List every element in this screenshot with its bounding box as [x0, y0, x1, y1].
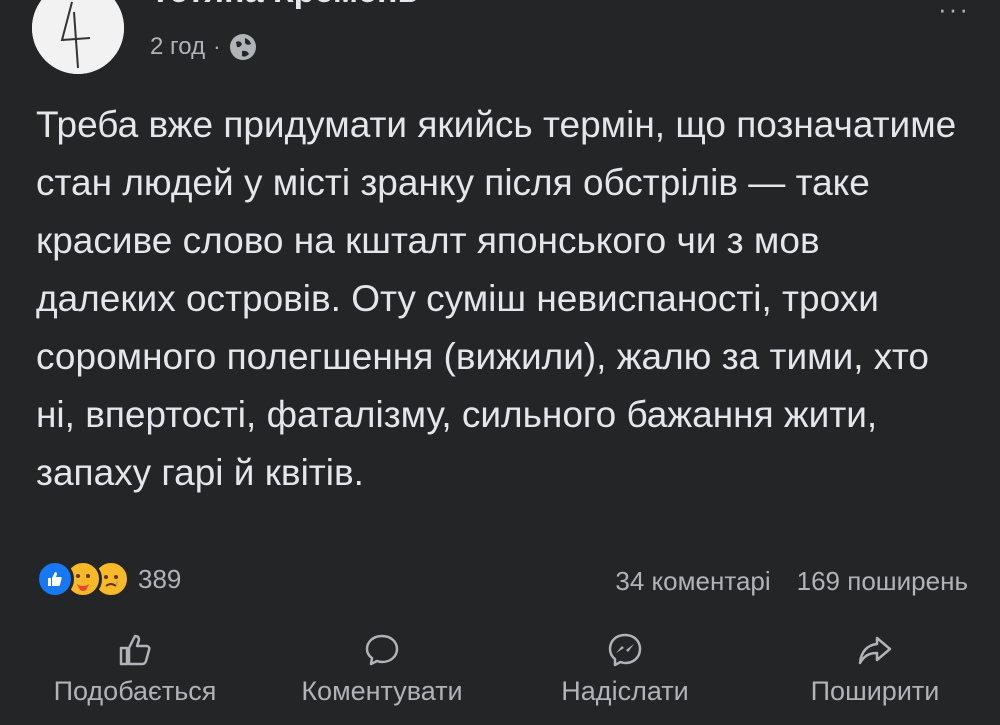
share-button[interactable]: Поширити	[775, 630, 975, 707]
thumbs-up-icon	[119, 634, 151, 666]
messenger-icon	[608, 633, 642, 667]
like-label: Подобається	[53, 676, 217, 706]
reaction-icons	[36, 560, 130, 598]
meta-separator: ·	[213, 34, 221, 59]
comments-count[interactable]: 34 коментарі	[615, 566, 770, 597]
comment-button[interactable]: Коментувати	[262, 630, 502, 707]
comment-icon	[365, 634, 399, 666]
more-options-icon[interactable]: ···	[938, 0, 970, 25]
like-reaction-icon	[36, 560, 74, 598]
post-meta: 2 год ·	[150, 32, 258, 62]
author-name[interactable]: Тетяна Кремень	[150, 0, 418, 11]
avatar[interactable]	[32, 0, 124, 74]
post-time[interactable]: 2 год	[150, 33, 205, 61]
post-stats: 34 коментарі 169 поширень	[615, 566, 968, 597]
like-button[interactable]: Подобається	[20, 630, 250, 707]
comment-label: Коментувати	[301, 676, 463, 706]
action-bar: Подобається Коментувати Надіслати Пошири…	[0, 630, 1000, 725]
send-button[interactable]: Надіслати	[535, 630, 715, 707]
shares-count[interactable]: 169 поширень	[797, 566, 968, 597]
post-card: Тетяна Кремень 2 год · ··· Треба вже при…	[0, 0, 1000, 725]
post-text: Треба вже придумати якийсь термін, що по…	[36, 104, 957, 493]
reactions-summary[interactable]: 389	[36, 560, 181, 598]
avatar-drawing-icon	[32, 0, 124, 74]
reaction-count[interactable]: 389	[138, 564, 181, 595]
send-label: Надіслати	[561, 676, 689, 706]
globe-icon[interactable]	[228, 32, 258, 62]
share-label: Поширити	[810, 676, 940, 706]
share-icon	[858, 636, 892, 665]
